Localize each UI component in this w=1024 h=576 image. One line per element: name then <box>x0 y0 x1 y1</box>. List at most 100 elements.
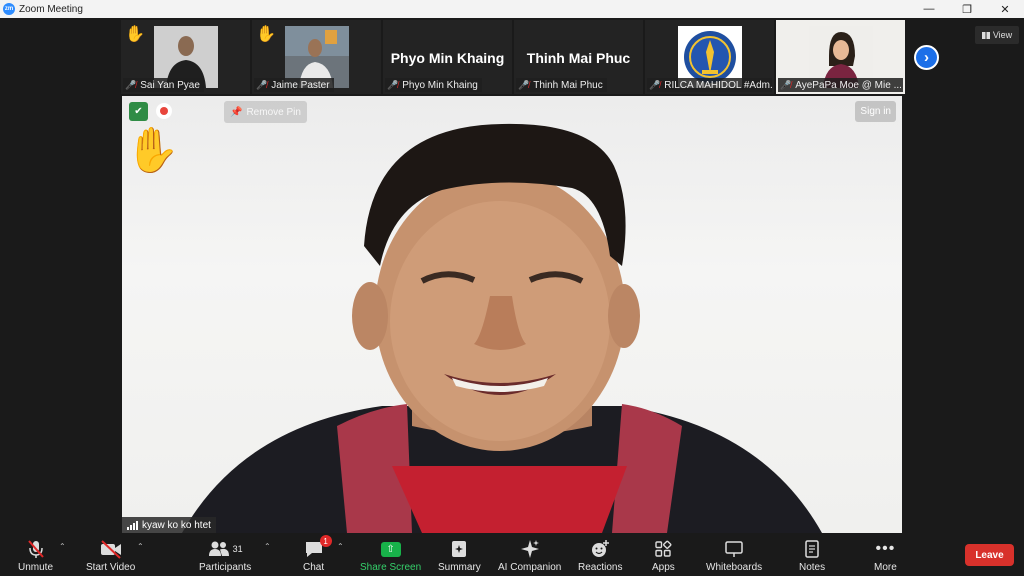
participants-button[interactable]: 31 Participants <box>199 538 251 573</box>
notes-icon <box>804 538 820 560</box>
share-screen-icon: ⇧ <box>380 541 401 557</box>
mic-muted-icon: 🎤̸ <box>649 79 661 90</box>
notes-label: Notes <box>799 562 826 573</box>
meeting-toolbar: Unmute ⌃ Start Video ⌃ 31 Participants ⌃… <box>0 535 1024 576</box>
gallery-strip: ✋ 🎤̸ Sai Yan Pyae ✋ 🎤̸ Jaime Paster Phyo… <box>121 20 905 94</box>
mic-muted-icon: 🎤̸ <box>780 79 792 90</box>
participant-name: Phyo Min Khaing <box>402 79 478 91</box>
unmute-button[interactable]: Unmute <box>18 538 53 573</box>
window-title: Zoom Meeting <box>19 3 83 15</box>
raised-hand-icon: ✋ <box>125 126 180 175</box>
unmute-label: Unmute <box>18 562 54 573</box>
mic-muted-icon <box>25 538 47 560</box>
participant-name: Thinh Mai Phuc <box>533 79 603 91</box>
share-screen-button[interactable]: ⇧ Share Screen <box>360 538 421 573</box>
minimize-button[interactable]: — <box>910 0 948 18</box>
more-button[interactable]: ••• More <box>874 538 897 573</box>
whiteboards-label: Whiteboards <box>706 562 763 573</box>
participant-name: Jaime Paster <box>271 79 330 91</box>
sparkle-icon <box>520 538 540 560</box>
participants-count: 31 <box>232 544 243 554</box>
raised-hand-icon: ✋ <box>125 26 145 43</box>
leave-button[interactable]: Leave <box>965 544 1014 566</box>
participants-label: Participants <box>199 562 252 573</box>
mic-muted-icon: 🎤̸ <box>387 79 399 90</box>
chevron-right-icon: › <box>924 49 929 66</box>
minimize-icon: — <box>923 3 935 15</box>
participant-name-bar: 🎤̸ Sai Yan Pyae <box>123 78 204 92</box>
whiteboards-button[interactable]: Whiteboards <box>706 538 762 573</box>
main-video[interactable]: ✔ 📌 Remove Pin Sign in ✋ kyaw ko ko htet <box>122 96 902 533</box>
chat-button[interactable]: 1 Chat <box>303 535 332 573</box>
encryption-shield-icon[interactable]: ✔ <box>129 102 148 121</box>
chat-caret-icon[interactable]: ⌃ <box>337 542 344 551</box>
close-button[interactable]: ✕ <box>986 0 1024 18</box>
participant-name-bar: 🎤̸ AyePaPa Moe @ Mie ... <box>778 78 903 92</box>
summary-icon <box>450 538 468 560</box>
more-dots-icon: ••• <box>875 540 896 557</box>
speaker-video-feed <box>182 123 822 533</box>
summary-button[interactable]: Summary <box>438 538 481 573</box>
signal-strength-icon <box>127 520 138 530</box>
ai-companion-label: AI Companion <box>498 562 562 573</box>
apps-label: Apps <box>652 562 675 573</box>
title-bar: zm Zoom Meeting — ❐ ✕ <box>0 0 1024 18</box>
whiteboard-icon <box>724 538 744 560</box>
restore-icon: ❐ <box>962 3 972 16</box>
reactions-button[interactable]: Reactions <box>578 538 622 573</box>
raised-hand-icon: ✋ <box>256 26 276 43</box>
participant-name: RILCA MAHIDOL #Adm... <box>664 79 772 91</box>
participant-tile[interactable]: 🎤̸ RILCA MAHIDOL #Adm... <box>645 20 774 94</box>
view-label: View <box>992 30 1013 40</box>
participant-tile[interactable]: ✋ 🎤̸ Jaime Paster <box>252 20 381 94</box>
zoom-window: zm Zoom Meeting — ❐ ✕ ✋ 🎤̸ Sai Yan Pyae … <box>0 0 1024 576</box>
start-video-button[interactable]: Start Video <box>86 538 135 573</box>
more-label: More <box>874 562 897 573</box>
apps-button[interactable]: Apps <box>652 538 675 573</box>
participant-tile[interactable]: Thinh Mai Phuc 🎤̸ Thinh Mai Phuc <box>514 20 643 94</box>
window-controls: — ❐ ✕ <box>910 0 1024 18</box>
participant-name-bar: 🎤̸ RILCA MAHIDOL #Adm... <box>647 78 772 92</box>
mic-muted-icon: 🎤̸ <box>125 79 137 90</box>
summary-label: Summary <box>438 562 481 573</box>
remove-pin-button[interactable]: 📌 Remove Pin <box>224 101 307 123</box>
participant-display-name: Thinh Mai Phuc <box>526 50 631 66</box>
next-page-button[interactable]: › <box>914 45 939 70</box>
audio-options-caret-icon[interactable]: ⌃ <box>59 542 66 551</box>
participant-name: Sai Yan Pyae <box>140 79 200 91</box>
view-button[interactable]: View <box>975 26 1019 44</box>
start-video-label: Start Video <box>86 562 136 573</box>
sign-in-button[interactable]: Sign in <box>855 101 896 122</box>
participant-tile[interactable]: 🎤̸ AyePaPa Moe @ Mie ... <box>776 20 905 94</box>
share-screen-label: Share Screen <box>360 562 422 573</box>
participant-tile[interactable]: ✋ 🎤̸ Sai Yan Pyae <box>121 20 250 94</box>
speaker-name: kyaw ko ko htet <box>142 519 211 531</box>
participants-caret-icon[interactable]: ⌃ <box>264 542 271 551</box>
video-off-icon <box>99 538 123 560</box>
speaker-name-bar: kyaw ko ko htet <box>122 517 216 533</box>
close-icon: ✕ <box>1000 3 1010 16</box>
grid-icon <box>981 31 990 39</box>
reactions-label: Reactions <box>578 562 623 573</box>
zoom-logo-icon: zm <box>3 3 15 15</box>
chat-icon: 1 <box>304 535 332 560</box>
participant-name-bar: 🎤̸ Thinh Mai Phuc <box>516 78 607 92</box>
restore-button[interactable]: ❐ <box>948 0 986 18</box>
participant-display-name: Phyo Min Khaing <box>390 50 505 66</box>
participant-tile[interactable]: Phyo Min Khaing 🎤̸ Phyo Min Khaing <box>383 20 512 94</box>
participants-icon: 31 <box>208 538 243 560</box>
video-options-caret-icon[interactable]: ⌃ <box>137 542 144 551</box>
notes-button[interactable]: Notes <box>799 538 825 573</box>
remove-pin-label: Remove Pin <box>246 106 301 118</box>
ai-companion-button[interactable]: AI Companion <box>498 538 561 573</box>
pin-icon: 📌 <box>230 106 243 118</box>
mic-muted-icon: 🎤̸ <box>256 79 268 90</box>
emoji-plus-icon <box>590 538 610 560</box>
participant-name: AyePaPa Moe @ Mie ... <box>795 79 902 91</box>
apps-icon <box>654 538 672 560</box>
participant-name-bar: 🎤̸ Jaime Paster <box>254 78 334 92</box>
participant-name-bar: 🎤̸ Phyo Min Khaing <box>385 78 482 92</box>
recording-icon[interactable] <box>156 103 172 119</box>
mic-muted-icon: 🎤̸ <box>518 79 530 90</box>
chat-unread-badge: 1 <box>319 535 332 547</box>
